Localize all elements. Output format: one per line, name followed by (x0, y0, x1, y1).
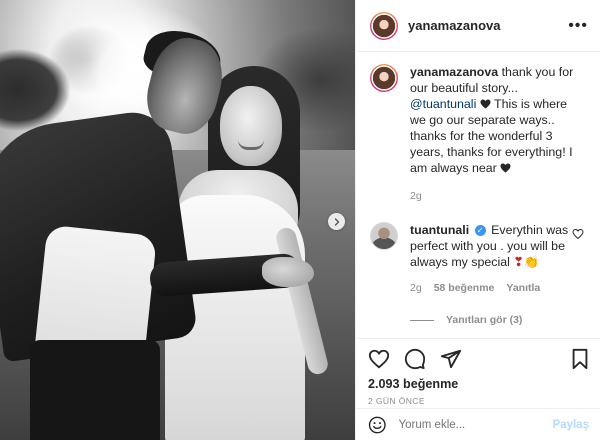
comment-body: tuantunali ✓ Everythin was perfect with … (410, 222, 572, 296)
action-icons (368, 345, 591, 373)
comments-section: yanamazanova thank you for our beautiful… (356, 52, 600, 340)
black-heart-icon (480, 99, 491, 109)
comment-likes-count[interactable]: 58 beğenme (434, 280, 495, 296)
next-image-button[interactable] (328, 213, 345, 230)
post-photo[interactable] (0, 0, 355, 440)
caption-username[interactable]: yanamazanova (410, 65, 498, 79)
heart-outline-icon[interactable] (572, 228, 584, 240)
commenter-avatar[interactable] (370, 222, 398, 250)
comment-age: 2g (410, 282, 422, 294)
black-heart-icon (500, 163, 511, 173)
post-header: yanamazanova ••• (356, 0, 600, 52)
comment-item: tuantunali ✓ Everythin was perfect with … (370, 222, 586, 296)
photo-man-hand (262, 257, 314, 287)
instagram-post: yanamazanova ••• yanamazanova thank you … (0, 0, 600, 440)
post-side-panel: yanamazanova ••• yanamazanova thank you … (355, 0, 600, 440)
caption-mention[interactable]: @tuantunali (410, 97, 476, 111)
view-replies-button[interactable]: Yanıtları gör (3) (410, 314, 586, 326)
likes-count[interactable]: 2.093 beğenme (368, 377, 591, 391)
chevron-right-icon (334, 217, 339, 226)
emoji-smiley-icon[interactable] (368, 415, 387, 435)
comment-username[interactable]: tuantunali (410, 223, 469, 237)
comment-bubble-icon[interactable] (404, 348, 426, 370)
post-actions: 2.093 beğenme 2 GÜN ÖNCE (356, 338, 600, 406)
replies-divider-line (410, 319, 434, 321)
post-time: 2 GÜN ÖNCE (368, 396, 425, 406)
ellipsis-icon[interactable]: ••• (568, 17, 588, 34)
like-heart-icon[interactable] (368, 348, 390, 370)
comment-input[interactable] (398, 418, 553, 431)
photo-woman-face (220, 86, 282, 166)
caption-avatar[interactable] (370, 64, 398, 92)
author-avatar[interactable] (370, 11, 398, 40)
author-username[interactable]: yanamazanova (408, 18, 568, 33)
share-paper-plane-icon[interactable] (440, 348, 462, 370)
caption-age: 2g (410, 190, 422, 202)
reply-button[interactable]: Yanıtla (506, 280, 540, 296)
comment-emojis: ❣👏 (513, 255, 540, 269)
post-comment-button[interactable]: Paylaş (553, 419, 589, 431)
caption-body: yanamazanova thank you for our beautiful… (410, 64, 586, 204)
view-replies-label: Yanıtları gör (3) (446, 314, 523, 326)
bookmark-icon[interactable] (569, 348, 591, 370)
photo-man-trousers (30, 340, 160, 440)
caption: yanamazanova thank you for our beautiful… (370, 64, 586, 204)
verified-badge-icon: ✓ (474, 225, 486, 236)
comment-meta: 2g 58 beğenme Yanıtla (410, 280, 572, 296)
add-comment-bar: Paylaş (356, 408, 600, 440)
